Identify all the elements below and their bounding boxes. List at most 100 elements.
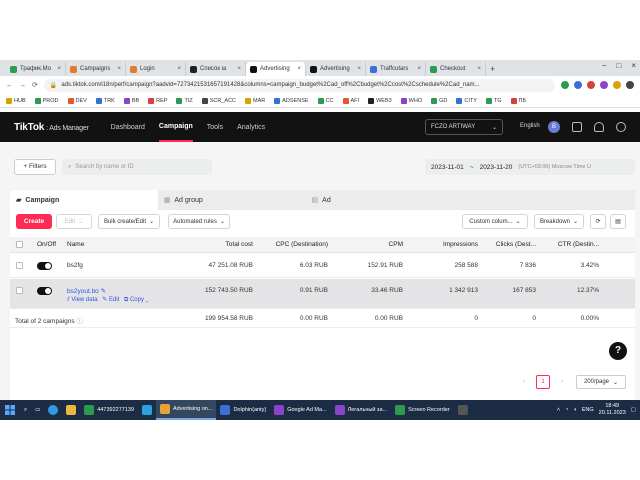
filters-button[interactable]: + Filters (14, 159, 56, 175)
user-icon[interactable] (616, 122, 626, 132)
help-button[interactable]: ? (609, 342, 627, 360)
nav-campaign[interactable]: Campaign (158, 112, 193, 142)
tiktok-logo[interactable]: TikTok: Ads Manager (14, 122, 89, 133)
extension-icon[interactable] (561, 81, 569, 89)
apps-icon[interactable] (572, 122, 582, 132)
nav-analytics[interactable]: Analytics (237, 124, 265, 131)
browser-tab[interactable]: Login × (126, 62, 186, 76)
campaign-name[interactable]: bs2yout.bo ✎ (67, 287, 106, 295)
status-toggle[interactable] (37, 262, 52, 270)
bookmark-item[interactable]: GD (431, 97, 447, 104)
url-field[interactable]: 🔒 ads.tiktok.com/i18n/perf/campaign?aadv… (43, 78, 555, 92)
bookmark-item[interactable]: CC (317, 97, 334, 104)
tray-arrow-icon[interactable]: ˄ (557, 407, 560, 413)
bookmark-item[interactable]: ADSENSE (274, 97, 309, 104)
prev-page-button[interactable]: ‹ (518, 376, 530, 388)
pencil-icon[interactable]: ✎ (101, 288, 106, 295)
info-icon[interactable]: ⓘ (76, 318, 83, 325)
bookmark-item[interactable]: SCR_ACC (201, 97, 236, 104)
bookmark-item[interactable]: TIZ (176, 97, 193, 104)
browser-tab[interactable]: Campaigns × (66, 62, 126, 76)
taskbar-app[interactable]: Screen Recorder (391, 400, 454, 420)
row-checkbox[interactable] (16, 262, 23, 269)
forward-icon[interactable]: → (19, 82, 26, 89)
col-total-cost[interactable]: Total cost (226, 241, 253, 248)
custom-columns-button[interactable]: Custom colum... ⌄ (462, 214, 528, 229)
close-tab-icon[interactable]: × (57, 66, 61, 72)
task-view-icon[interactable]: ▭ (31, 400, 44, 420)
keyboard-language[interactable]: ENG (582, 407, 594, 413)
extension-icon[interactable] (600, 81, 608, 89)
next-page-button[interactable]: › (556, 376, 568, 388)
bookmark-item[interactable]: TG (485, 97, 502, 104)
row-checkbox[interactable] (16, 287, 23, 294)
bookmark-item[interactable]: BB (123, 97, 139, 104)
bulk-edit-button[interactable]: Bulk create/Edit ⌄ (98, 214, 160, 229)
taskbar-app[interactable] (454, 400, 472, 420)
col-ctr[interactable]: CTR (Destin... (558, 241, 599, 248)
automated-rules-button[interactable]: Automated rules ⌄ (168, 214, 230, 229)
browser-tab[interactable]: Список ш × (186, 62, 246, 76)
network-icon[interactable]: ◔ (565, 407, 568, 413)
bookmark-item[interactable]: HUB (6, 97, 26, 104)
volume-icon[interactable]: ◖ (573, 407, 576, 413)
browser-tab[interactable]: Трафик.Мо × (6, 62, 66, 76)
back-icon[interactable]: ← (6, 82, 13, 89)
nav-tools[interactable]: Tools (207, 124, 223, 131)
campaign-name[interactable]: bs2fg (67, 262, 83, 269)
new-tab-button[interactable]: + (490, 62, 495, 76)
page-size-select[interactable]: 200/page ⌄ (576, 375, 626, 389)
bookmark-item[interactable]: ПБ (510, 97, 526, 104)
bookmark-item[interactable]: AFI (342, 97, 359, 104)
taskbar-app[interactable]: 447392277139 (80, 400, 138, 420)
tab-adgroup[interactable]: ▦ Ad group (157, 190, 306, 210)
bookmark-item[interactable]: WEB3 (368, 97, 392, 104)
edit-link[interactable]: Edit (109, 297, 119, 303)
account-selector[interactable]: FCZO ARTIWAY ⌄ (425, 119, 503, 135)
extension-icon[interactable] (613, 81, 621, 89)
col-cpc[interactable]: CPC (Destination) (276, 241, 328, 248)
notifications-icon[interactable]: ▢ (631, 407, 636, 413)
bookmark-item[interactable]: WHO (400, 97, 422, 104)
explorer-icon[interactable] (62, 400, 80, 420)
reload-icon[interactable]: ⟳ (32, 81, 38, 89)
bookmark-item[interactable]: TRK (95, 97, 115, 104)
close-tab-icon[interactable]: × (237, 66, 241, 72)
browser-tab[interactable]: Checkout × (426, 62, 486, 76)
taskbar-app[interactable]: Легальный за... (331, 400, 391, 420)
clock[interactable]: 18:49 20.11.2023 (599, 403, 626, 417)
browser-tab[interactable]: Advertising × (246, 62, 306, 76)
close-icon[interactable]: × (631, 61, 636, 70)
taskbar-app[interactable]: Dolphin{anty} (216, 400, 270, 420)
close-tab-icon[interactable]: × (417, 66, 421, 72)
tab-campaign[interactable]: ▰ Campaign (10, 190, 158, 210)
status-toggle[interactable] (37, 287, 52, 295)
edit-button[interactable]: Edit ⌄ (56, 214, 92, 229)
bell-icon[interactable] (594, 122, 604, 132)
taskbar-app[interactable] (138, 400, 156, 420)
copy-link[interactable]: Copy (130, 297, 144, 303)
bookmark-item[interactable]: REP (148, 97, 167, 104)
close-tab-icon[interactable]: × (477, 66, 481, 72)
extension-icon[interactable] (574, 81, 582, 89)
close-tab-icon[interactable]: × (177, 66, 181, 72)
breakdown-button[interactable]: Breakdown ⌄ (534, 214, 584, 229)
chevron-down-icon[interactable]: ⌄ (146, 297, 149, 303)
edge-icon[interactable] (44, 400, 62, 420)
col-clicks[interactable]: Clicks (Dest... (496, 241, 536, 248)
export-button[interactable]: ▤ (610, 214, 626, 229)
taskbar-app[interactable]: Google Ad Ma... (270, 400, 330, 420)
windows-start-button[interactable] (0, 400, 20, 420)
bookmark-item[interactable]: MAR (245, 97, 265, 104)
current-page[interactable]: 1 (536, 375, 550, 389)
profile-icon[interactable] (626, 81, 634, 89)
bookmark-item[interactable]: PROD (34, 97, 59, 104)
taskbar-search-icon[interactable]: ⌕ (20, 400, 31, 420)
create-button[interactable]: Create (16, 214, 52, 229)
bookmark-item[interactable]: DEV (67, 97, 87, 104)
view-data-link[interactable]: View data (71, 297, 97, 303)
avatar[interactable]: B (548, 121, 560, 133)
tab-ad[interactable]: ▤ Ad (305, 190, 635, 210)
taskbar-app[interactable]: Advertising on... (156, 400, 217, 420)
language-selector[interactable]: English (520, 123, 540, 129)
